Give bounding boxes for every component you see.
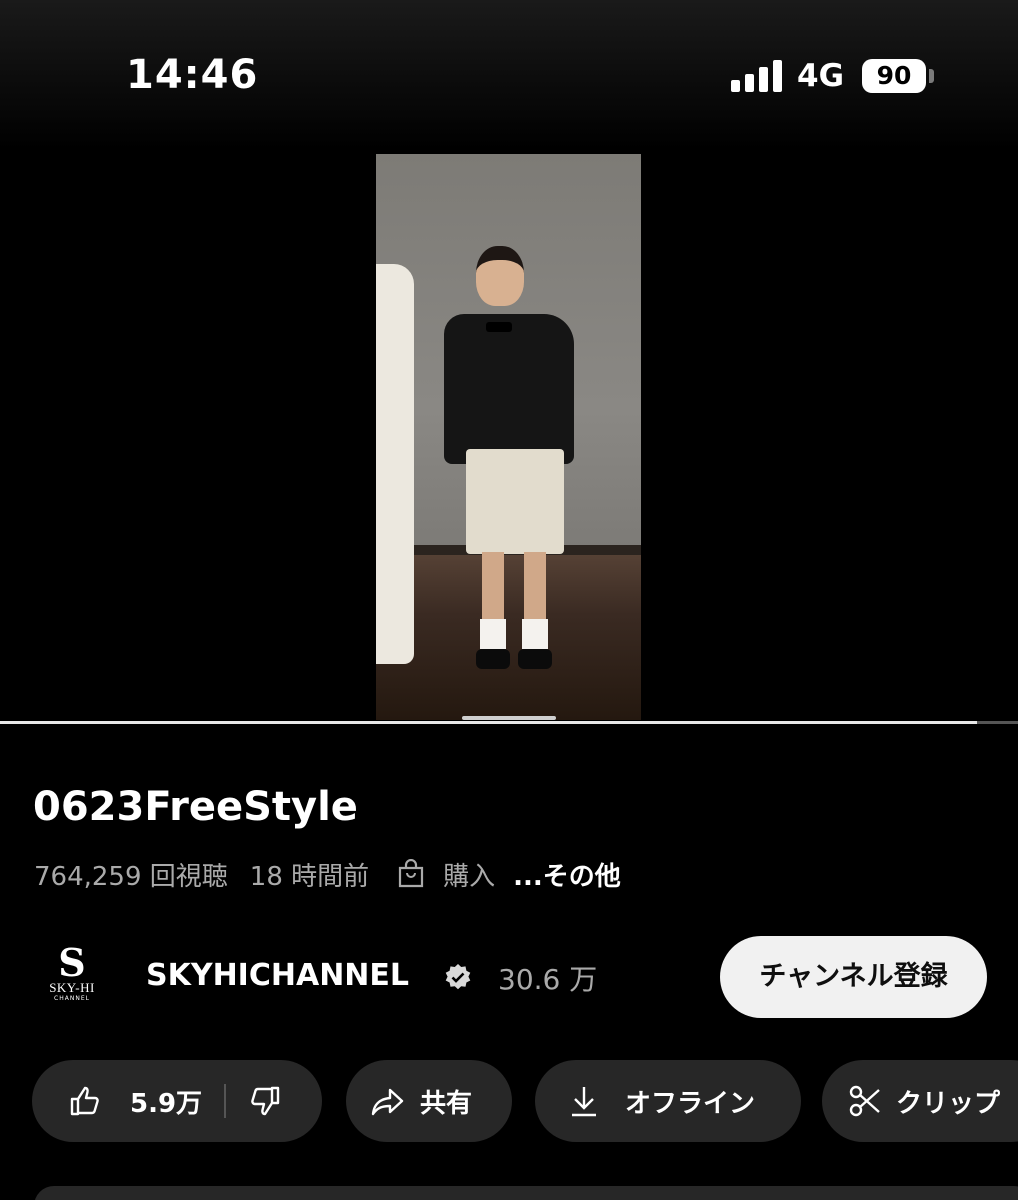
scissors-icon xyxy=(849,1085,880,1117)
video-meta: 764,259 回視聴 18 時間前 購入 ...その他 xyxy=(34,856,621,892)
dislike-icon[interactable] xyxy=(248,1084,282,1118)
status-bar: 14:46 4G 90 xyxy=(0,0,1018,150)
upload-age: 18 時間前 xyxy=(249,861,370,892)
video-title: 0623FreeStyle xyxy=(33,784,358,830)
verified-badge-icon xyxy=(445,964,471,990)
subscriber-count: 30.6 万 xyxy=(498,963,598,996)
video-progress-fill xyxy=(0,721,978,724)
video-frame-image[interactable] xyxy=(376,154,641,720)
share-label: 共有 xyxy=(420,1088,473,1119)
status-time: 14:46 xyxy=(126,52,259,98)
channel-name[interactable]: SKYHICHANNEL xyxy=(146,958,409,993)
like-count[interactable]: 5.9万 xyxy=(130,1083,202,1120)
view-count: 764,259 回視聴 xyxy=(34,861,228,892)
buy-link[interactable]: 購入 xyxy=(443,856,495,893)
subscribe-button[interactable]: チャンネル登録 xyxy=(720,936,987,1018)
offline-download-button[interactable]: オフライン xyxy=(535,1060,801,1142)
signal-strength-icon xyxy=(731,60,782,92)
share-button[interactable]: 共有 xyxy=(346,1060,512,1142)
offline-label: オフライン xyxy=(625,1088,756,1119)
like-icon[interactable] xyxy=(68,1084,102,1118)
battery-icon: 90 xyxy=(862,59,926,93)
like-dislike-chip: 5.9万 xyxy=(32,1060,322,1142)
drag-handle[interactable] xyxy=(462,716,556,720)
video-progress-bar[interactable] xyxy=(0,721,1018,724)
logo-letter: S xyxy=(58,940,86,985)
logo-sub: CHANNEL xyxy=(54,995,90,1002)
shopping-bag-icon[interactable] xyxy=(397,859,425,889)
channel-avatar[interactable]: S SKY-HI CHANNEL xyxy=(40,940,104,1009)
more-link[interactable]: ...その他 xyxy=(513,856,621,893)
clip-label: クリップ xyxy=(896,1088,1001,1119)
battery-tip xyxy=(929,69,934,83)
download-icon xyxy=(572,1087,596,1117)
share-icon xyxy=(371,1088,404,1116)
comments-preview[interactable] xyxy=(34,1186,1018,1200)
like-divider xyxy=(224,1084,227,1118)
logo-name: SKY-HI xyxy=(49,980,95,995)
clip-button[interactable]: クリップ xyxy=(822,1060,1018,1142)
network-type: 4G xyxy=(797,58,845,94)
